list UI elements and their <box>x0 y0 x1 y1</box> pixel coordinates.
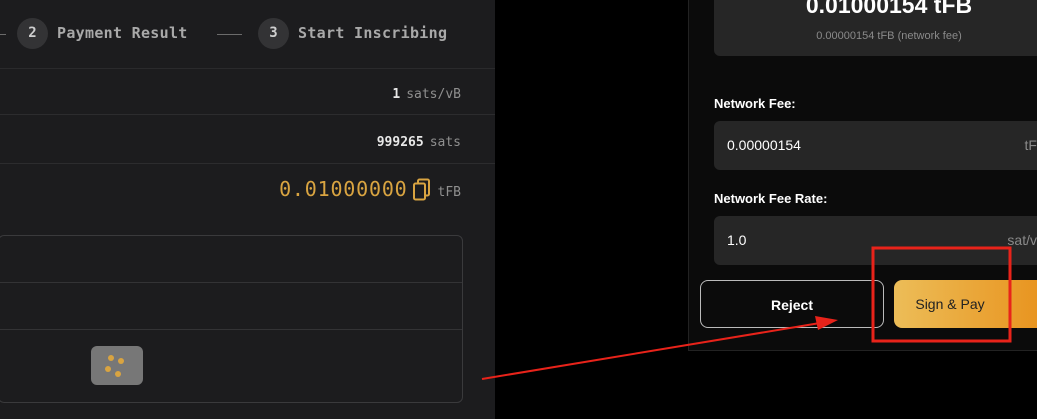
pay-amount-unit: tFB <box>437 185 461 200</box>
total-amount: 0.01000154 tFB <box>805 0 973 18</box>
sign-and-pay-label: Sign & Pay <box>915 296 985 312</box>
step-3-label: Start Inscribing <box>298 24 448 42</box>
network-fee-rate-label: Network Fee Rate: <box>714 191 828 206</box>
network-fee-value: 0.00000154 <box>727 137 801 153</box>
network-fee-rate-field: 1.0 sat/v <box>714 216 1037 265</box>
wallet-popup: 0.01000154 tFB 0.00000154 tFB (network f… <box>688 0 1037 351</box>
network-fee-note: 0.00000154 tFB (network fee) <box>816 30 962 42</box>
fee-rate-unit: sats/vB <box>406 87 461 102</box>
sign-and-pay-button[interactable]: Sign & Pay <box>894 280 1037 328</box>
sats-value: 999265 <box>376 135 424 150</box>
pay-amount-row: 0.01000000 tFB <box>0 164 495 214</box>
step-progress: 2 Payment Result 3 Start Inscribing <box>0 0 495 69</box>
network-fee-rate-value: 1.0 <box>727 232 747 248</box>
copy-icon[interactable] <box>412 178 432 206</box>
network-fee-label: Network Fee: <box>714 96 796 111</box>
reject-button[interactable]: Reject <box>700 280 884 328</box>
step-2-label: Payment Result <box>57 24 188 42</box>
step-connector <box>217 34 242 35</box>
step-3-number: 3 <box>258 18 289 49</box>
fee-rate-row: 1 sats/vB <box>0 68 495 115</box>
divider <box>0 282 462 283</box>
sats-row: 999265 sats <box>0 115 495 164</box>
network-fee-field: 0.00000154 tF <box>714 121 1037 170</box>
step-2-number: 2 <box>17 18 48 49</box>
network-fee-rate-unit: sat/v <box>1007 232 1037 248</box>
inscription-list <box>0 235 463 403</box>
total-summary: 0.01000154 tFB 0.00000154 tFB (network f… <box>714 0 1037 56</box>
loading-spinner-icon <box>91 346 143 385</box>
divider <box>0 329 462 330</box>
network-fee-unit: tF <box>1024 137 1037 153</box>
pay-amount-value: 0.01000000 <box>279 177 408 201</box>
step-connector <box>0 34 6 35</box>
fee-rate-value: 1 <box>392 87 401 102</box>
inscribe-panel: 2 Payment Result 3 Start Inscribing 1 sat… <box>0 0 495 419</box>
sats-unit: sats <box>429 135 461 150</box>
